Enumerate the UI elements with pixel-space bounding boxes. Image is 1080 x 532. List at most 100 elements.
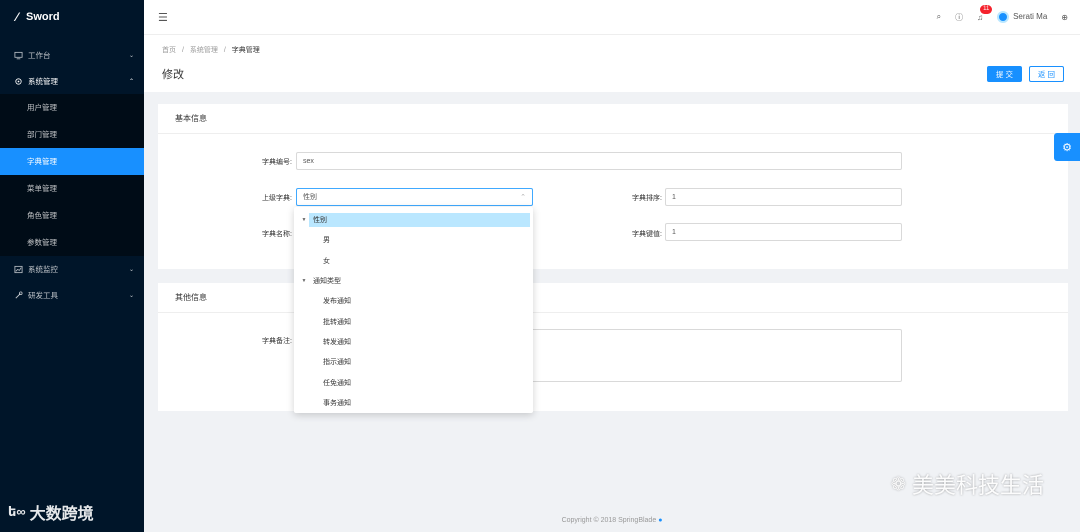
breadcrumb-separator: / bbox=[223, 47, 226, 54]
sidebar-item-label: 菜单管理 bbox=[27, 184, 57, 193]
submit-button[interactable]: 提 交 bbox=[986, 66, 1022, 82]
breadcrumb-home[interactable]: 首页 bbox=[162, 47, 176, 54]
bell-icon: ♫ bbox=[977, 12, 984, 22]
sidebar-item-label: 角色管理 bbox=[27, 211, 57, 220]
dict-key-input[interactable]: 1 bbox=[665, 223, 902, 241]
dict-code-label: 字典编号: bbox=[262, 159, 292, 166]
tree-node-male[interactable]: 男 bbox=[294, 230, 533, 250]
tree-node-appoint[interactable]: 任免通知 bbox=[294, 372, 533, 392]
tree-node-instruct[interactable]: 指示通知 bbox=[294, 352, 533, 372]
footer: Copyright © 2018 SpringBlade ● bbox=[144, 517, 1080, 524]
tree-node-label: 通知类型 bbox=[313, 278, 341, 286]
tree-node-label: 指示通知 bbox=[323, 359, 351, 367]
system-submenu: 用户管理 部门管理 字典管理 菜单管理 角色管理 参数管理 bbox=[0, 94, 144, 256]
sidebar-item-label: 用户管理 bbox=[27, 103, 57, 112]
tool-icon bbox=[15, 290, 23, 299]
breadcrumb-system[interactable]: 系统管理 bbox=[190, 47, 218, 54]
tree-node-sex[interactable]: ▼ 性别 bbox=[294, 210, 533, 230]
breadcrumb-separator: / bbox=[181, 47, 184, 54]
sidebar-item-role[interactable]: 角色管理 bbox=[0, 202, 144, 229]
github-icon[interactable]: ● bbox=[658, 517, 662, 524]
watermark: ❁ 美美科技生活 bbox=[891, 468, 1044, 500]
sidebar-item-dept[interactable]: 部门管理 bbox=[0, 121, 144, 148]
parent-dict-dropdown: ▼ 性别 男 女 ▼ 通知类型 发布通知 批转通知 转发通知 指示通知 任免通知… bbox=[294, 207, 533, 413]
menu-workbench[interactable]: 工作台 ⌄ bbox=[0, 42, 144, 68]
menu-devtools-label: 研发工具 bbox=[28, 290, 58, 300]
watermark-logo-icon: ե∞ bbox=[8, 504, 26, 519]
username: Serati Ma bbox=[1013, 12, 1048, 22]
dict-name-label: 字典名称: bbox=[262, 231, 292, 238]
dict-sort-value: 1 bbox=[672, 193, 676, 201]
sidebar-item-user[interactable]: 用户管理 bbox=[0, 94, 144, 121]
copyright-text: Copyright © 2018 SpringBlade bbox=[561, 517, 657, 524]
watermark-text: 美美科技生活 bbox=[911, 473, 1044, 498]
dict-code-input[interactable]: sex bbox=[296, 152, 902, 170]
help-icon[interactable]: ⓘ bbox=[955, 12, 963, 23]
dict-sort-input[interactable]: 1 bbox=[665, 188, 902, 206]
notification-badge: 11 bbox=[980, 4, 993, 14]
tree-node-forward[interactable]: 转发通知 bbox=[294, 332, 533, 352]
back-button[interactable]: 返 回 bbox=[1028, 66, 1064, 82]
chevron-down-icon: ⌄ bbox=[128, 266, 134, 273]
parent-dict-select[interactable]: 性别 ⌃ bbox=[296, 188, 533, 206]
notification-bell[interactable]: ♫ 11 bbox=[977, 4, 993, 22]
dict-key-value: 1 bbox=[672, 228, 676, 236]
sidebar-item-menu[interactable]: 菜单管理 bbox=[0, 175, 144, 202]
sidebar-item-label: 参数管理 bbox=[27, 238, 57, 247]
dashboard-icon bbox=[14, 265, 23, 273]
sidebar-item-label: 字典管理 bbox=[27, 157, 57, 166]
menu-devtools[interactable]: 研发工具 ⌄ bbox=[0, 282, 144, 308]
sidebar-item-dict[interactable]: 字典管理 bbox=[0, 148, 144, 175]
chevron-up-icon: ⌃ bbox=[128, 78, 134, 85]
sword-icon: ⁄ bbox=[16, 10, 19, 24]
gear-icon bbox=[15, 77, 22, 85]
tree-node-label: 性别 bbox=[309, 213, 530, 228]
app-logo[interactable]: ⁄ Sword bbox=[0, 0, 144, 34]
sidebar-watermark-text: 大数跨境 bbox=[29, 506, 94, 523]
chevron-down-icon: ⌄ bbox=[128, 52, 134, 59]
tree-node-label: 男 bbox=[323, 237, 330, 245]
desktop-icon bbox=[14, 51, 23, 59]
sidebar-item-label: 部门管理 bbox=[27, 130, 57, 139]
tree-node-publish[interactable]: 发布通知 bbox=[294, 291, 533, 311]
globe-icon[interactable]: ⊕ bbox=[1061, 13, 1068, 22]
menu-system[interactable]: 系统管理 ⌃ bbox=[0, 68, 144, 94]
sidebar-watermark: ե∞ 大数跨境 bbox=[8, 500, 94, 524]
sidebar-item-param[interactable]: 参数管理 bbox=[0, 229, 144, 256]
top-header: ☰ ⌕ ⓘ ♫ 11 Serati Ma ⊕ bbox=[144, 0, 1080, 34]
tree-node-label: 批转通知 bbox=[323, 318, 351, 326]
menu-fold-icon[interactable]: ☰ bbox=[158, 11, 168, 24]
dict-key-label: 字典键值: bbox=[632, 231, 662, 238]
tree-node-label: 事务通知 bbox=[323, 399, 351, 407]
chevron-up-icon: ⌃ bbox=[520, 194, 526, 201]
dict-code-value: sex bbox=[303, 157, 314, 165]
breadcrumb: 首页 / 系统管理 / 字典管理 bbox=[162, 45, 1062, 55]
tree-node-notice-type[interactable]: ▼ 通知类型 bbox=[294, 271, 533, 291]
basic-info-title: 基本信息 bbox=[158, 104, 1068, 134]
parent-dict-value: 性别 bbox=[303, 194, 317, 201]
wechat-icon: ❁ bbox=[890, 473, 906, 494]
user-menu[interactable]: Serati Ma bbox=[997, 11, 1047, 23]
menu-monitor-label: 系统监控 bbox=[28, 264, 58, 274]
app-name: Sword bbox=[26, 11, 60, 23]
parent-dict-label: 上级字典: bbox=[262, 195, 292, 202]
search-icon[interactable]: ⌕ bbox=[937, 12, 941, 22]
menu-workbench-label: 工作台 bbox=[28, 50, 51, 60]
caret-down-icon[interactable]: ▼ bbox=[299, 217, 309, 223]
tree-node-label: 女 bbox=[323, 257, 330, 265]
menu-system-label: 系统管理 bbox=[28, 76, 58, 86]
tree-node-approve[interactable]: 批转通知 bbox=[294, 311, 533, 331]
tree-node-label: 发布通知 bbox=[323, 298, 351, 306]
caret-down-icon[interactable]: ▼ bbox=[299, 278, 309, 284]
tree-node-label: 转发通知 bbox=[323, 338, 351, 346]
gear-icon: ⚙ bbox=[1062, 141, 1072, 154]
avatar bbox=[997, 11, 1010, 23]
menu-monitor[interactable]: 系统监控 ⌄ bbox=[0, 256, 144, 282]
settings-drawer-button[interactable]: ⚙ bbox=[1054, 133, 1080, 161]
sidebar: ⁄ Sword 工作台 ⌄ 系统管理 ⌃ 用户管理 部门管理 字典管理 菜单管理… bbox=[0, 0, 144, 532]
breadcrumb-current: 字典管理 bbox=[231, 47, 260, 54]
dict-sort-label: 字典排序: bbox=[632, 195, 662, 202]
tree-node-female[interactable]: 女 bbox=[294, 251, 533, 271]
page-header: 首页 / 系统管理 / 字典管理 修改 提 交 返 回 bbox=[144, 34, 1080, 92]
tree-node-affair[interactable]: 事务通知 bbox=[294, 393, 533, 413]
